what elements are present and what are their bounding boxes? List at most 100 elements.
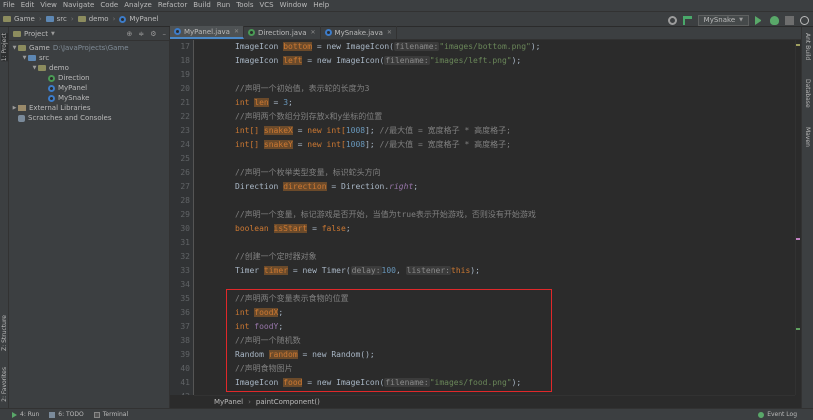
line-number: 32	[180, 252, 190, 261]
menu-analyze[interactable]: Analyze	[124, 0, 152, 11]
breadcrumb-method[interactable]: paintComponent()	[256, 398, 320, 406]
menu-run[interactable]: Run	[217, 0, 230, 11]
close-icon[interactable]: ✕	[234, 28, 239, 35]
type-token: Timer	[235, 266, 260, 275]
nav-crumb-label: Game	[14, 15, 35, 23]
tab-mysnake[interactable]: MySnake.java ✕	[321, 26, 397, 39]
tree-item-mysnake[interactable]: MySnake	[9, 93, 169, 103]
project-tree: ▼ Game D:\JavaProjects\Game ▼ src ▼ demo…	[9, 41, 169, 123]
search-icon[interactable]	[800, 15, 809, 25]
code-line[interactable]: int[] snakeY = new int[1008]; //最大值 = 宽度…	[235, 138, 511, 152]
breadcrumb-class[interactable]: MyPanel	[214, 398, 243, 406]
menu-help[interactable]: Help	[313, 0, 329, 11]
code-token: );	[530, 42, 541, 51]
run-icon[interactable]	[755, 15, 764, 25]
tab-direction[interactable]: Direction.java ✕	[244, 26, 321, 39]
menu-file[interactable]: File	[3, 0, 15, 11]
stripe-marker[interactable]	[796, 238, 800, 240]
terminal-tool-button[interactable]: Terminal	[93, 411, 128, 418]
project-panel: Project ▼ ⊕ ≑ ⚙ – ▼ Game D:\JavaProjects…	[9, 27, 170, 408]
error-stripe[interactable]	[795, 40, 801, 395]
tree-item-game[interactable]: ▼ Game D:\JavaProjects\Game	[9, 43, 169, 53]
menu-edit[interactable]: Edit	[21, 0, 35, 11]
code-line[interactable]: int foodY;	[235, 320, 283, 334]
collapse-icon[interactable]: ≑	[138, 30, 144, 38]
stripe-marker[interactable]	[796, 44, 800, 46]
event-log-button[interactable]: Event Log	[758, 411, 797, 418]
keyword-token: int	[235, 98, 250, 107]
todo-tool-button[interactable]: 6: TODO	[49, 411, 84, 418]
structure-tool-tab[interactable]: Z: Structure	[1, 315, 8, 351]
code-line[interactable]: int len = 3;	[235, 96, 293, 110]
expand-arrow-icon[interactable]: ▶	[11, 105, 18, 111]
project-tool-tab[interactable]: 1: Project	[1, 33, 8, 62]
code-line[interactable]: //声明一个初始值，表示蛇的长度为3	[235, 82, 369, 96]
code-line[interactable]: //声明两个变量表示食物的位置	[235, 292, 349, 306]
nav-crumb-mypanel[interactable]: MyPanel	[119, 15, 158, 23]
code-line[interactable]: //声明一个枚举类型变量，标识蛇头方向	[235, 166, 381, 180]
build-hammer-icon[interactable]	[682, 15, 692, 25]
code-line[interactable]: boolean isStart = false;	[235, 222, 351, 236]
minimize-icon[interactable]: –	[163, 30, 167, 38]
menu-navigate[interactable]: Navigate	[63, 0, 94, 11]
code-line[interactable]: //声明两个数组分别存放x和y坐标的位置	[235, 110, 382, 124]
nav-crumb-demo[interactable]: demo ›	[77, 15, 120, 23]
code-line[interactable]: //声明一个变量，标记游戏是否开始，当值为true表示开始游戏，否则没有开始游戏	[235, 208, 536, 222]
type-token: int[]	[235, 140, 260, 149]
nav-crumb-game[interactable]: Game ›	[3, 15, 46, 23]
favorites-tool-tab[interactable]: 2: Favorites	[1, 367, 8, 402]
expand-arrow-icon[interactable]: ▼	[11, 45, 18, 51]
debug-icon[interactable]	[770, 15, 779, 25]
run-config-select[interactable]: MySnake ▼	[697, 14, 749, 26]
maven-tool-tab[interactable]: Maven	[804, 127, 811, 147]
code-line[interactable]: Direction direction = Direction.right;	[235, 180, 418, 194]
tab-mypanel[interactable]: MyPanel.java ✕	[170, 26, 244, 39]
ant-build-tool-tab[interactable]: Ant Build	[804, 33, 811, 60]
menu-view[interactable]: View	[40, 0, 57, 11]
expand-arrow-icon[interactable]: ▼	[31, 65, 38, 71]
code-line[interactable]: Random random = new Random();	[235, 348, 375, 362]
line-number: 17	[180, 42, 190, 51]
folder-icon	[3, 16, 11, 22]
close-icon[interactable]: ✕	[387, 29, 392, 36]
code-line[interactable]: ImageIcon bottom = new ImageIcon(filenam…	[235, 40, 541, 54]
tree-item-mypanel[interactable]: MyPanel	[9, 83, 169, 93]
code-line[interactable]: //创建一个定时器对象	[235, 250, 317, 264]
code-line[interactable]: //声明一个随机数	[235, 334, 301, 348]
settings-icon[interactable]	[667, 15, 677, 25]
gear-icon[interactable]: ⚙	[150, 30, 156, 38]
menu-refactor[interactable]: Refactor	[158, 0, 187, 11]
field-token: right	[389, 182, 414, 191]
run-tool-button[interactable]: 4: Run	[12, 411, 39, 418]
code-line[interactable]: //声明食物图片	[235, 362, 293, 376]
menu-code[interactable]: Code	[100, 0, 118, 11]
menu-build[interactable]: Build	[193, 0, 211, 11]
tree-item-src[interactable]: ▼ src	[9, 53, 169, 63]
stripe-marker[interactable]	[796, 328, 800, 330]
code-line[interactable]: ImageIcon left = new ImageIcon(filename:…	[235, 54, 521, 68]
nav-crumb-src[interactable]: src ›	[45, 15, 78, 23]
expand-arrow-icon[interactable]: ▼	[21, 55, 28, 61]
stop-icon[interactable]	[785, 15, 794, 25]
tree-item-external-libraries[interactable]: ▶ External Libraries	[9, 103, 169, 113]
menu-tools[interactable]: Tools	[236, 0, 253, 11]
globe-icon[interactable]: ⊕	[126, 30, 132, 38]
chevron-down-icon[interactable]: ▼	[51, 31, 55, 37]
tree-item-path: D:\JavaProjects\Game	[52, 44, 129, 52]
tree-item-direction[interactable]: Direction	[9, 73, 169, 83]
project-panel-title[interactable]: Project	[24, 30, 48, 38]
code-line[interactable]: ImageIcon food = new ImageIcon(filename:…	[235, 376, 521, 390]
code-line[interactable]: Timer timer = new Timer(delay:100, liste…	[235, 264, 480, 278]
tree-item-demo[interactable]: ▼ demo	[9, 63, 169, 73]
code-token: = new Timer(	[288, 266, 351, 275]
close-icon[interactable]: ✕	[311, 29, 316, 36]
menu-vcs[interactable]: VCS	[259, 0, 273, 11]
tree-item-scratches[interactable]: Scratches and Consoles	[9, 113, 169, 123]
menu-window[interactable]: Window	[280, 0, 308, 11]
keyword-token: new	[307, 140, 322, 149]
code-line[interactable]: int[] snakeX = new int[1008]; //最大值 = 宽度…	[235, 124, 511, 138]
database-tool-tab[interactable]: Database	[804, 79, 811, 108]
code-token: );	[511, 378, 522, 387]
code-line[interactable]: int foodX;	[235, 306, 283, 320]
tree-item-label: MySnake	[58, 94, 90, 102]
